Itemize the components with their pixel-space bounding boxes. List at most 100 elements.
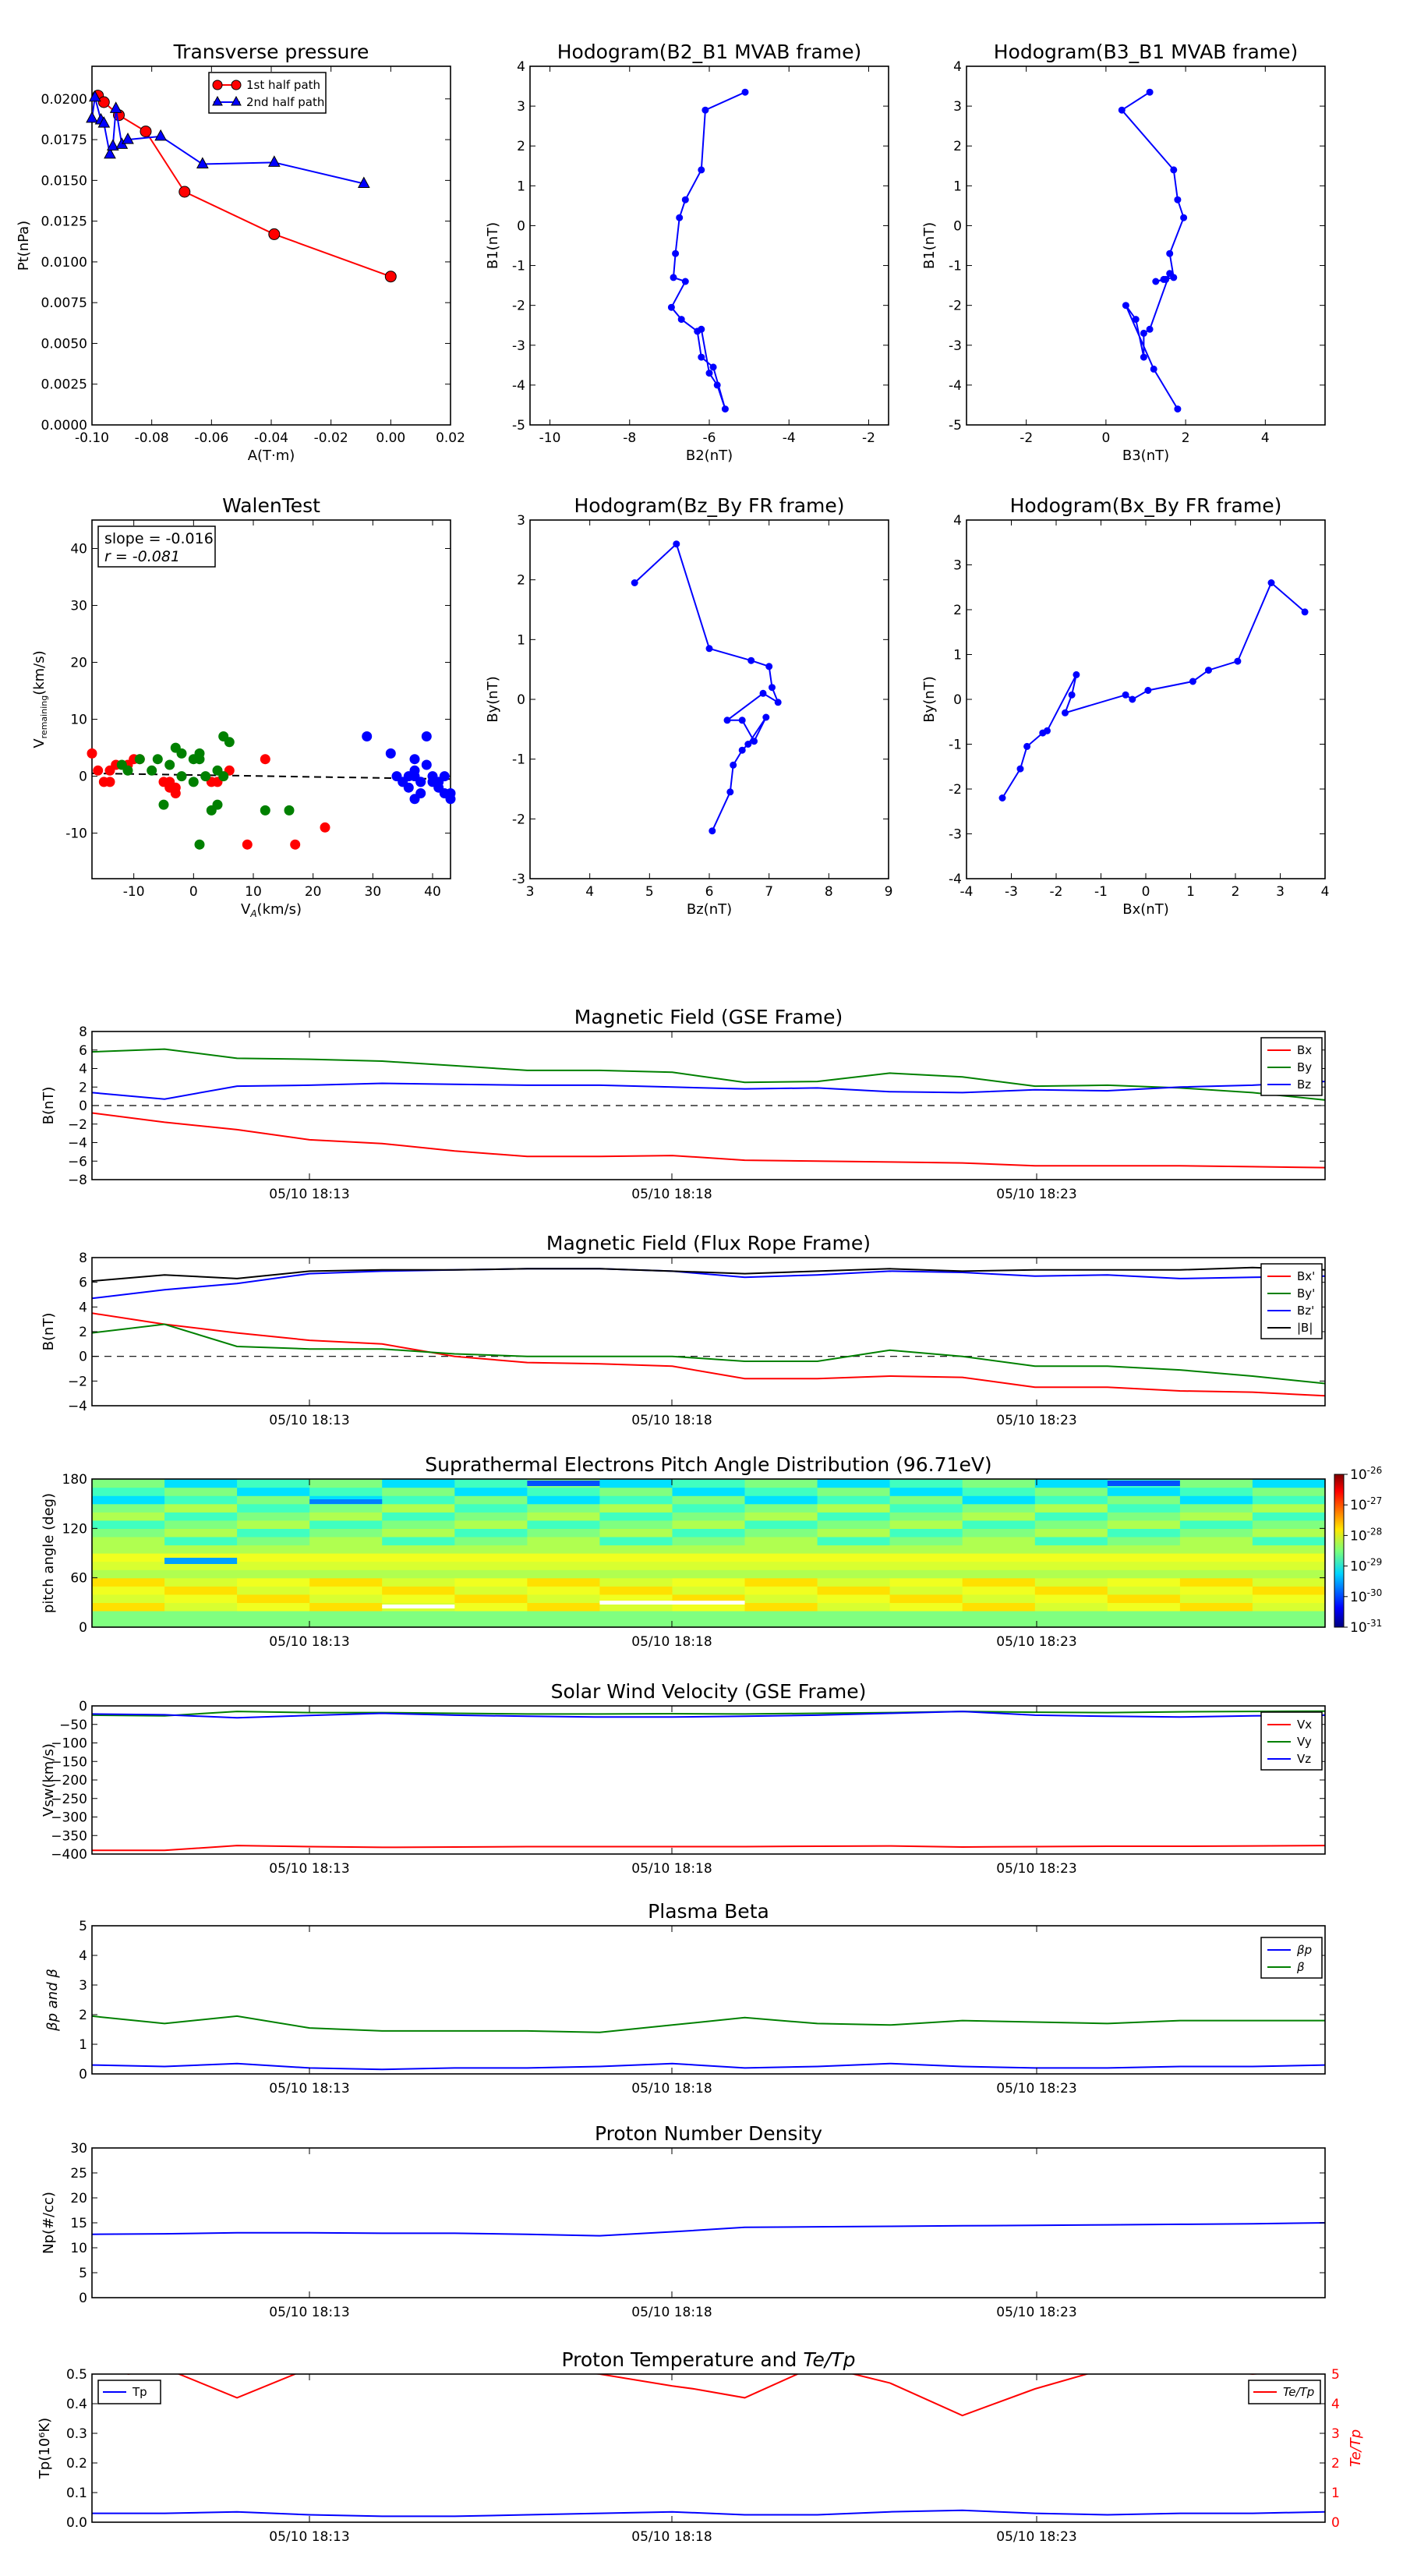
heatmap-cell bbox=[889, 1520, 963, 1529]
heatmap-cell bbox=[672, 1561, 746, 1570]
series-marker bbox=[1132, 316, 1140, 324]
y-tick-label: -4 bbox=[512, 378, 525, 394]
series-marker bbox=[1146, 88, 1154, 96]
x-tick-label: -2 bbox=[1020, 430, 1033, 446]
heatmap-cell bbox=[92, 1594, 165, 1603]
heatmap-cell bbox=[599, 1503, 673, 1513]
y-tick-label: -5 bbox=[512, 418, 525, 433]
y-tick-label: −2 bbox=[68, 1117, 87, 1133]
heatmap-cell bbox=[454, 1569, 528, 1579]
heatmap-cell bbox=[454, 1520, 528, 1529]
heatmap-cell bbox=[454, 1495, 528, 1505]
legend-label: Vx bbox=[1297, 1718, 1312, 1732]
y-tick-label: 0.0125 bbox=[41, 214, 87, 230]
time-tick-label: 05/10 18:13 bbox=[269, 1413, 349, 1428]
y-tick-label: 3 bbox=[953, 99, 962, 115]
heatmap-cell bbox=[527, 1545, 601, 1554]
series-marker bbox=[738, 717, 746, 724]
heatmap-cell bbox=[1179, 1503, 1253, 1513]
y-axis-label: βp and β bbox=[44, 1969, 61, 2032]
heatmap-cell bbox=[672, 1610, 746, 1620]
heatmap-cell bbox=[309, 1569, 383, 1579]
y-tick-label: 0.0000 bbox=[41, 418, 87, 433]
heatmap-cell bbox=[1252, 1503, 1326, 1513]
heatmap-cell bbox=[962, 1610, 1036, 1620]
x-tick-label: -4 bbox=[960, 884, 974, 900]
heatmap-cell bbox=[599, 1479, 673, 1488]
chart-10: Solar Wind Velocity (GSE Frame) −400 −350 −… bbox=[41, 1680, 1326, 1877]
heatmap-cell bbox=[889, 1487, 963, 1496]
y-tick-label: 0.0175 bbox=[41, 133, 87, 148]
x-tick-label: -10 bbox=[539, 430, 561, 446]
heatmap-cell bbox=[382, 1495, 455, 1505]
heatmap-cell bbox=[382, 1487, 455, 1496]
series-marker bbox=[1140, 329, 1147, 337]
heatmap-cell bbox=[454, 1561, 528, 1570]
scatter-point bbox=[200, 771, 211, 782]
heatmap-cell bbox=[744, 1577, 818, 1587]
x-tick-label: -0.02 bbox=[314, 430, 348, 446]
x-tick-label: -2 bbox=[862, 430, 875, 446]
heatmap-cell bbox=[1107, 1503, 1181, 1513]
time-tick-label: 05/10 18:18 bbox=[631, 1413, 712, 1428]
series-marker bbox=[1146, 325, 1154, 333]
heatmap-cell bbox=[382, 1561, 455, 1570]
time-tick-label: 05/10 18:23 bbox=[996, 1634, 1076, 1650]
heatmap-cell bbox=[382, 1594, 455, 1603]
y-tick-label: -2 bbox=[949, 299, 962, 314]
heatmap-cell bbox=[962, 1503, 1036, 1513]
heatmap-cell bbox=[237, 1503, 310, 1513]
series-marker bbox=[705, 645, 713, 653]
heatmap-cell bbox=[962, 1487, 1036, 1496]
scatter-point bbox=[152, 754, 163, 765]
heatmap-cell bbox=[164, 1479, 238, 1488]
scatter-point bbox=[93, 765, 104, 776]
heatmap-cell bbox=[92, 1536, 165, 1546]
heatmap-cell bbox=[527, 1503, 601, 1513]
legend-label: Vz bbox=[1297, 1752, 1311, 1766]
y2-tick-label: 3 bbox=[1331, 2426, 1340, 2442]
heatmap-cell bbox=[672, 1495, 746, 1505]
heatmap-cell bbox=[817, 1586, 891, 1595]
y2-tick-label: 2 bbox=[1331, 2456, 1340, 2472]
heatmap-cell bbox=[1179, 1577, 1253, 1587]
chart-8: Magnetic Field (Flux Rope Frame) −4 −2 0 2 4 6… bbox=[41, 1232, 1326, 1428]
legend-label: |B| bbox=[1297, 1321, 1313, 1335]
heatmap-cell bbox=[309, 1586, 383, 1595]
series-line bbox=[91, 1323, 1326, 1385]
heatmap-cell bbox=[1179, 1545, 1253, 1554]
heatmap-cell bbox=[1034, 1495, 1108, 1505]
heatmap-cell bbox=[1034, 1528, 1108, 1537]
heatmap-cell bbox=[92, 1512, 165, 1521]
heatmap-cell bbox=[1034, 1561, 1108, 1570]
y-tick-label: 4 bbox=[79, 1300, 87, 1315]
y-tick-label: -5 bbox=[949, 418, 962, 433]
heatmap-cell bbox=[1252, 1487, 1326, 1496]
series-marker bbox=[1023, 742, 1031, 750]
heatmap-cell bbox=[92, 1586, 165, 1595]
heatmap-cell bbox=[962, 1536, 1036, 1546]
series-line bbox=[91, 2222, 1326, 2237]
series-line bbox=[92, 2509, 1325, 2518]
heatmap-cell bbox=[599, 1569, 673, 1579]
heatmap-cell bbox=[527, 1536, 601, 1546]
heatmap-cell bbox=[164, 1536, 238, 1546]
y2-axis-label: Te/Tp bbox=[1348, 2429, 1364, 2467]
y-axis-label: B1(nT) bbox=[485, 222, 501, 269]
series-marker-triangle bbox=[154, 129, 168, 141]
heatmap-cell bbox=[92, 1610, 165, 1620]
heatmap-cell bbox=[889, 1495, 963, 1505]
heatmap-cell bbox=[889, 1577, 963, 1587]
heatmap-cell bbox=[309, 1479, 383, 1488]
y-tick-label: 1 bbox=[517, 632, 525, 648]
heatmap-cell bbox=[92, 1479, 165, 1488]
heatmap-cell bbox=[1252, 1520, 1326, 1529]
heatmap-cell bbox=[1179, 1610, 1253, 1620]
y-tick-label: −2 bbox=[68, 1374, 87, 1389]
series-marker bbox=[1205, 667, 1212, 674]
series-marker bbox=[709, 827, 716, 835]
y-tick-label: 20 bbox=[70, 656, 87, 671]
chart-5: Hodogram(Bz_By FR frame) 3 4 5 6 7 8 9 -3 -2 -1 0 1 2… bbox=[485, 494, 892, 918]
series-line bbox=[634, 542, 780, 832]
series-marker bbox=[726, 788, 734, 796]
